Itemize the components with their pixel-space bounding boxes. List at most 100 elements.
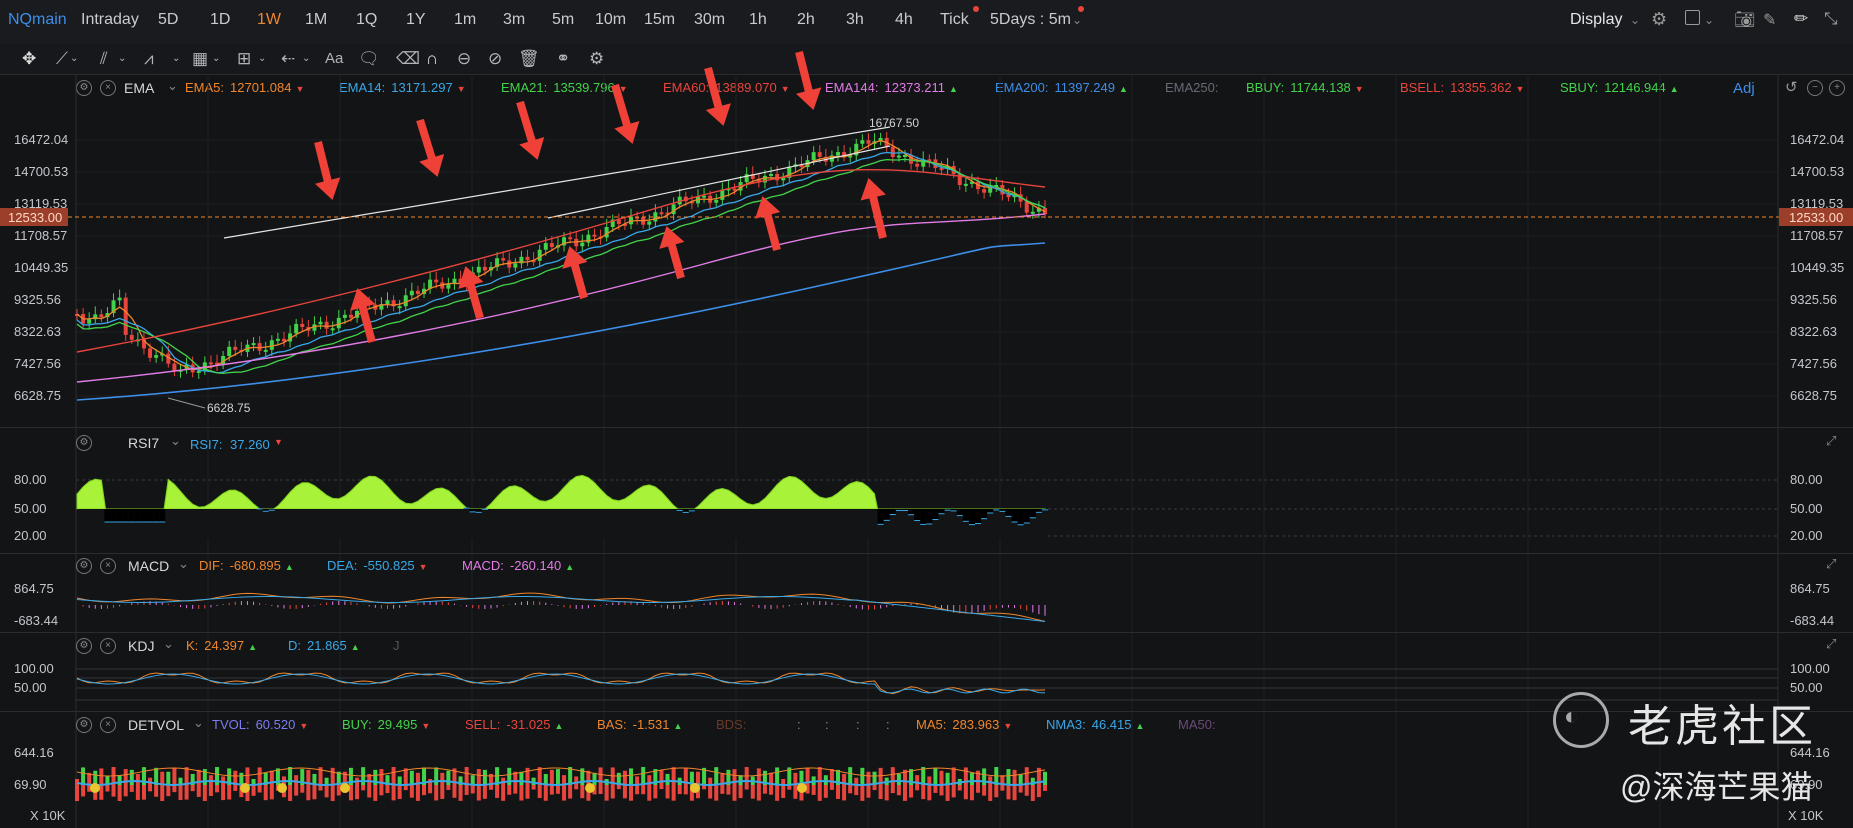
kdj-legend-item: J xyxy=(393,638,400,653)
sell-volume-bar xyxy=(129,785,134,792)
gear-icon[interactable]: ⚙ xyxy=(76,638,92,654)
sell-volume-bar xyxy=(957,785,962,791)
close-icon[interactable]: × xyxy=(100,638,116,654)
volume-bar xyxy=(403,768,408,785)
volume-bar xyxy=(391,767,396,785)
candle xyxy=(568,237,573,240)
candle xyxy=(275,338,280,341)
candle xyxy=(99,314,104,318)
sell-volume-bar xyxy=(178,785,183,801)
chevron-down-icon[interactable]: ⌄ xyxy=(193,715,204,731)
sell-volume-bar xyxy=(921,785,926,800)
chevron-down-icon[interactable]: ⌄ xyxy=(178,556,189,572)
candle xyxy=(263,349,268,352)
volume-bar xyxy=(135,773,140,785)
sell-volume-bar xyxy=(756,785,761,801)
y-tick-label: 10449.35 xyxy=(1790,260,1845,275)
candle xyxy=(659,212,664,215)
gear-icon[interactable]: ⚙ xyxy=(76,558,92,574)
sell-volume-bar xyxy=(817,785,822,801)
candle xyxy=(915,163,920,167)
detvol-legend-item: : xyxy=(856,717,860,732)
macd-legend-value: -680.895 xyxy=(229,558,281,573)
volume-bar xyxy=(738,775,743,785)
sell-volume-bar xyxy=(300,785,305,793)
detvol-legend-label: : xyxy=(825,717,829,732)
volume-bar xyxy=(245,767,250,785)
candle xyxy=(403,295,408,307)
indicator-name-detvol[interactable]: DETVOL xyxy=(128,717,184,733)
detvol-legend-label: MA50: xyxy=(1178,717,1216,732)
macd-legend-item: DEA: -550.825 ▼ xyxy=(327,558,428,573)
volume-bar xyxy=(409,770,414,785)
volume-bar xyxy=(93,770,98,785)
sell-volume-bar xyxy=(507,785,512,795)
gear-icon[interactable]: ⚙ xyxy=(76,717,92,733)
volume-bar xyxy=(537,767,542,785)
kdj-legend-label: J xyxy=(393,638,400,653)
sell-volume-bar xyxy=(190,785,195,792)
sell-volume-bar xyxy=(501,785,506,801)
chevron-down-icon[interactable]: ⌄ xyxy=(163,636,174,652)
sell-volume-bar xyxy=(963,785,968,800)
volume-bar xyxy=(476,769,481,785)
expand-icon[interactable]: ⤢ xyxy=(1826,556,1836,572)
kdj-legend-label: D: xyxy=(288,638,301,653)
detvol-legend-item: : xyxy=(886,717,890,732)
volume-bar xyxy=(817,767,822,785)
sell-volume-bar xyxy=(464,785,469,795)
sell-volume-bar xyxy=(744,785,749,790)
volume-bar xyxy=(641,767,646,785)
y-tick-label: 100.00 xyxy=(1790,661,1830,676)
volume-bar xyxy=(1024,767,1029,785)
detvol-legend-item: NMA3: 46.415 ▲ xyxy=(1046,717,1144,732)
candle xyxy=(592,234,597,237)
sell-volume-bar xyxy=(263,785,268,801)
sell-volume-bar xyxy=(939,785,944,796)
sell-volume-bar xyxy=(330,785,335,801)
sell-volume-bar xyxy=(269,785,274,800)
volume-bar xyxy=(714,767,719,785)
sell-volume-bar xyxy=(233,785,238,791)
y-tick-label: 80.00 xyxy=(1790,472,1823,487)
sell-volume-bar xyxy=(373,785,378,801)
volume-bar xyxy=(933,768,938,785)
volume-bar xyxy=(288,767,293,785)
signal-marker xyxy=(240,783,250,793)
sell-volume-bar xyxy=(854,785,859,796)
chevron-down-icon[interactable]: ⌄ xyxy=(170,433,181,449)
macd-legend-item: MACD: -260.140 ▲ xyxy=(462,558,574,573)
expand-icon[interactable]: ⤢ xyxy=(1826,433,1836,449)
indicator-name-kdj[interactable]: KDJ xyxy=(128,638,154,654)
candle xyxy=(336,317,341,329)
close-icon[interactable]: × xyxy=(100,558,116,574)
candle xyxy=(896,155,901,158)
sell-volume-bar xyxy=(537,785,542,799)
sell-volume-bar xyxy=(1006,785,1011,800)
volume-bar xyxy=(294,775,299,785)
sell-volume-bar xyxy=(172,785,177,793)
sell-volume-bar xyxy=(288,785,293,801)
gear-icon[interactable]: ⚙ xyxy=(76,435,92,451)
sell-volume-bar xyxy=(720,785,725,794)
close-icon[interactable]: × xyxy=(100,717,116,733)
rsi-label: RSI7: xyxy=(190,437,223,452)
sell-volume-bar xyxy=(988,785,993,801)
sell-volume-bar xyxy=(525,785,530,799)
low-marker-line xyxy=(167,397,206,409)
volume-bar xyxy=(81,767,86,785)
sell-volume-bar xyxy=(909,785,914,798)
down-triangle-icon: ▼ xyxy=(274,437,283,447)
expand-icon[interactable]: ⤢ xyxy=(1826,636,1836,652)
signal-marker xyxy=(90,783,100,793)
volume-bar xyxy=(184,767,189,785)
candle xyxy=(385,300,390,305)
sell-volume-bar xyxy=(148,785,153,792)
volume-bar xyxy=(434,767,439,785)
sell-volume-bar xyxy=(1043,785,1047,791)
volume-bar xyxy=(470,775,475,785)
detvol-legend-label: TVOL: xyxy=(212,717,250,732)
red-arrow xyxy=(516,100,545,160)
indicator-name-macd[interactable]: MACD xyxy=(128,558,169,574)
indicator-name-rsi[interactable]: RSI7 xyxy=(128,435,159,451)
